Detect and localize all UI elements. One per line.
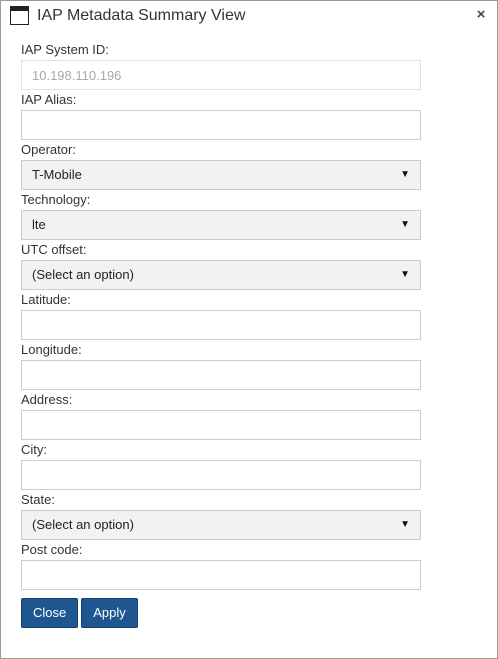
state-label: State: <box>21 492 55 507</box>
system-id-label: IAP System ID: <box>21 42 109 57</box>
longitude-field[interactable] <box>21 360 421 390</box>
technology-label: Technology: <box>21 192 91 207</box>
dialog-title: IAP Metadata Summary View <box>37 7 246 24</box>
close-button[interactable]: Close <box>21 598 79 628</box>
alias-field[interactable] <box>21 110 421 140</box>
state-selected-value: (Select an option) <box>32 517 134 532</box>
operator-label: Operator: <box>21 142 76 157</box>
chevron-down-icon: ▼ <box>400 269 410 280</box>
window-icon <box>10 6 29 25</box>
close-icon[interactable]: × <box>475 7 487 23</box>
operator-select[interactable]: T-Mobile ▼ <box>21 160 421 190</box>
chevron-down-icon: ▼ <box>400 169 410 180</box>
address-field[interactable] <box>21 410 421 440</box>
alias-label: IAP Alias: <box>21 92 77 107</box>
apply-button[interactable]: Apply <box>81 598 138 628</box>
chevron-down-icon: ▼ <box>400 219 410 230</box>
latitude-label: Latitude: <box>21 292 71 307</box>
city-label: City: <box>21 442 47 457</box>
address-label: Address: <box>21 392 73 407</box>
utc-offset-select[interactable]: (Select an option) ▼ <box>21 260 421 290</box>
post-code-label: Post code: <box>21 542 83 557</box>
utc-offset-selected-value: (Select an option) <box>32 267 134 282</box>
system-id-field <box>21 60 421 90</box>
latitude-field[interactable] <box>21 310 421 340</box>
button-row: Close Apply <box>21 598 138 628</box>
dialog-window: IAP Metadata Summary View × IAP System I… <box>0 0 498 659</box>
state-select[interactable]: (Select an option) ▼ <box>21 510 421 540</box>
city-field[interactable] <box>21 460 421 490</box>
technology-select[interactable]: lte ▼ <box>21 210 421 240</box>
chevron-down-icon: ▼ <box>400 519 410 530</box>
title-bar[interactable]: IAP Metadata Summary View × <box>1 1 497 31</box>
longitude-label: Longitude: <box>21 342 82 357</box>
technology-selected-value: lte <box>32 217 46 232</box>
post-code-field[interactable] <box>21 560 421 590</box>
utc-offset-label: UTC offset: <box>21 242 87 257</box>
metadata-form: IAP System ID: IAP Alias: Operator: T-Mo… <box>21 42 423 592</box>
operator-selected-value: T-Mobile <box>32 167 82 182</box>
